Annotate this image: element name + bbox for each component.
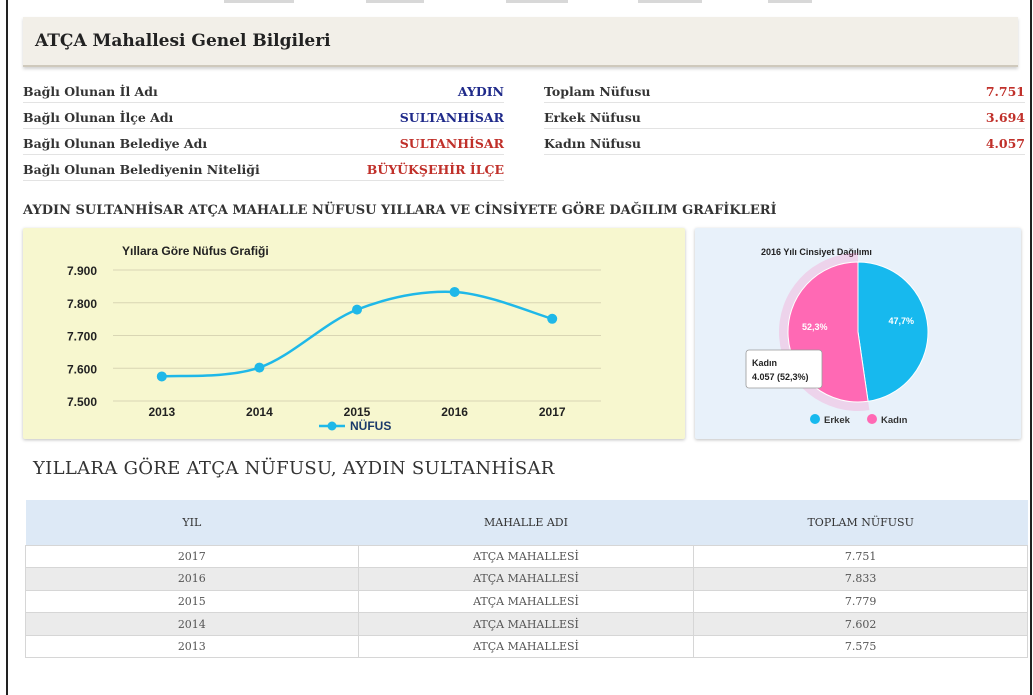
line-chart-svg: Yıllara Göre Nüfus Grafiği 7.500 7.600 7.7…	[67, 244, 601, 433]
tooltip-title: Kadın	[752, 358, 777, 368]
info-value: SULTANHİSAR	[399, 136, 504, 151]
info-label: Toplam Nüfusu	[544, 84, 651, 99]
legend-dot-icon	[867, 414, 877, 424]
pie-tooltip: Kadın 4.057 (52,3%)	[745, 349, 823, 389]
y-tick-label: 7.600	[67, 362, 97, 376]
info-label: Bağlı Olunan İl Adı	[23, 84, 158, 99]
legend-label-nufus: NÜFUS	[350, 418, 391, 433]
population-line-chart: Yıllara Göre Nüfus Grafiği 7.500 7.600 7.7…	[23, 228, 685, 439]
info-row-toplam: Toplam Nüfusu 7.751	[544, 78, 1025, 103]
pie-chart-svg: 2016 Yılı Cinsiyet Dağılımı 47,7%52,3% K…	[745, 247, 929, 426]
info-label: Erkek Nüfusu	[544, 110, 641, 125]
cell-name: ATÇA MAHALLESİ	[357, 634, 695, 659]
cell-total: 7.602	[693, 612, 1028, 636]
gender-pie-chart: 2016 Yılı Cinsiyet Dağılımı 47,7% 52,3% K…	[695, 228, 1021, 439]
x-tick-label: 2017	[539, 405, 566, 419]
slice-label: 47,7%	[889, 316, 915, 326]
info-value: BÜYÜKŞEHİR İLÇE	[366, 162, 504, 177]
col-header-year: YIL	[25, 500, 359, 545]
legend-label-kadin: Kadın	[881, 415, 908, 426]
slice-label: 52,3%	[802, 322, 828, 332]
info-label: Bağlı Olunan İlçe Adı	[23, 110, 174, 125]
cell-year: 2014	[25, 612, 359, 636]
table-row: 2015 ATÇA MAHALLESİ 7.779	[25, 589, 1028, 614]
info-label: Kadın Nüfusu	[544, 136, 641, 151]
cell-total: 7.575	[693, 634, 1028, 659]
title-box: ATÇA Mahallesi Genel Bilgileri	[23, 17, 1018, 67]
table-row: 2014 ATÇA MAHALLESİ 7.602	[25, 612, 1028, 636]
pie-legend-kadin[interactable]: Kadın	[867, 414, 908, 426]
data-point[interactable]	[547, 313, 558, 324]
col-header-total: TOPLAM NÜFUSU	[693, 500, 1028, 545]
info-label: Bağlı Olunan Belediyenin Niteliği	[23, 162, 260, 177]
info-row-il: Bağlı Olunan İl Adı AYDIN	[23, 78, 504, 103]
table-row: 2013 ATÇA MAHALLESİ 7.575	[25, 634, 1028, 659]
info-row-erkek: Erkek Nüfusu 3.694	[544, 104, 1025, 129]
top-nav-strip	[200, 0, 820, 4]
cell-name: ATÇA MAHALLESİ	[357, 567, 695, 591]
tooltip-box	[745, 349, 823, 389]
data-point[interactable]	[352, 304, 362, 315]
x-tick-label: 2013	[148, 405, 175, 419]
cell-year: 2017	[25, 544, 359, 569]
info-right: Toplam Nüfusu 7.751 Erkek Nüfusu 3.694 K…	[544, 78, 1025, 158]
info-value: 4.057	[985, 136, 1025, 151]
info-left: Bağlı Olunan İl Adı AYDIN Bağlı Olunan İ…	[23, 78, 504, 183]
data-point[interactable]	[254, 362, 265, 373]
tooltip-text: 4.057 (52,3%)	[752, 372, 809, 382]
cell-total: 7.779	[693, 589, 1028, 614]
table-row: 2016 ATÇA MAHALLESİ 7.833	[25, 567, 1028, 591]
y-tick-label: 7.800	[67, 297, 97, 311]
section-title: AYDIN SULTANHİSAR ATÇA MAHALLE NÜFUSU YI…	[23, 203, 777, 218]
x-tick-label: 2015	[344, 405, 371, 419]
y-tick-label: 7.500	[67, 395, 97, 409]
pie-slice-erkek[interactable]	[857, 261, 929, 402]
data-point[interactable]	[156, 371, 167, 382]
y-tick-label: 7.900	[67, 264, 97, 278]
y-tick-label: 7.700	[67, 330, 97, 344]
cell-name: ATÇA MAHALLESİ	[357, 612, 695, 636]
info-value: AYDIN	[457, 84, 504, 99]
cell-name: ATÇA MAHALLESİ	[357, 589, 695, 614]
cell-total: 7.751	[693, 544, 1028, 569]
info-row-kadin: Kadın Nüfusu 4.057	[544, 130, 1025, 155]
x-tick-label: 2016	[441, 405, 468, 419]
x-tick-label: 2014	[246, 405, 273, 419]
cell-year: 2013	[25, 634, 359, 659]
legend-dot-icon	[810, 414, 820, 424]
table-title: YILLARA GÖRE ATÇA NÜFUSU, AYDIN SULTANHİ…	[33, 458, 555, 479]
info-row-belediye: Bağlı Olunan Belediye Adı SULTANHİSAR	[23, 130, 504, 155]
table-header-row: YIL MAHALLE ADI TOPLAM NÜFUSU	[25, 500, 1028, 545]
legend-marker-icon	[327, 421, 337, 431]
info-row-nitelik: Bağlı Olunan Belediyenin Niteliği BÜYÜKŞ…	[23, 156, 504, 181]
pie-legend-erkek[interactable]: Erkek	[810, 414, 851, 426]
page-title: ATÇA Mahallesi Genel Bilgileri	[35, 31, 331, 51]
info-value: 7.751	[985, 84, 1025, 99]
info-value: 3.694	[985, 110, 1025, 125]
info-label: Bağlı Olunan Belediye Adı	[23, 136, 208, 151]
cell-total: 7.833	[693, 567, 1028, 591]
line-legend[interactable]: NÜFUS	[319, 418, 391, 433]
info-row-ilce: Bağlı Olunan İlçe Adı SULTANHİSAR	[23, 104, 504, 129]
legend-label-erkek: Erkek	[824, 415, 851, 426]
line-chart-title: Yıllara Göre Nüfus Grafiği	[122, 244, 269, 258]
cell-year: 2015	[25, 589, 359, 614]
info-value: SULTANHİSAR	[399, 110, 504, 125]
cell-name: ATÇA MAHALLESİ	[357, 544, 695, 569]
data-point[interactable]	[449, 286, 460, 297]
series-line-nufus	[161, 290, 553, 378]
population-table: YIL MAHALLE ADI TOPLAM NÜFUSU 2017 ATÇA …	[25, 500, 1028, 659]
cell-year: 2016	[25, 567, 359, 591]
col-header-name: MAHALLE ADI	[358, 500, 694, 545]
table-row: 2017 ATÇA MAHALLESİ 7.751	[25, 544, 1028, 569]
